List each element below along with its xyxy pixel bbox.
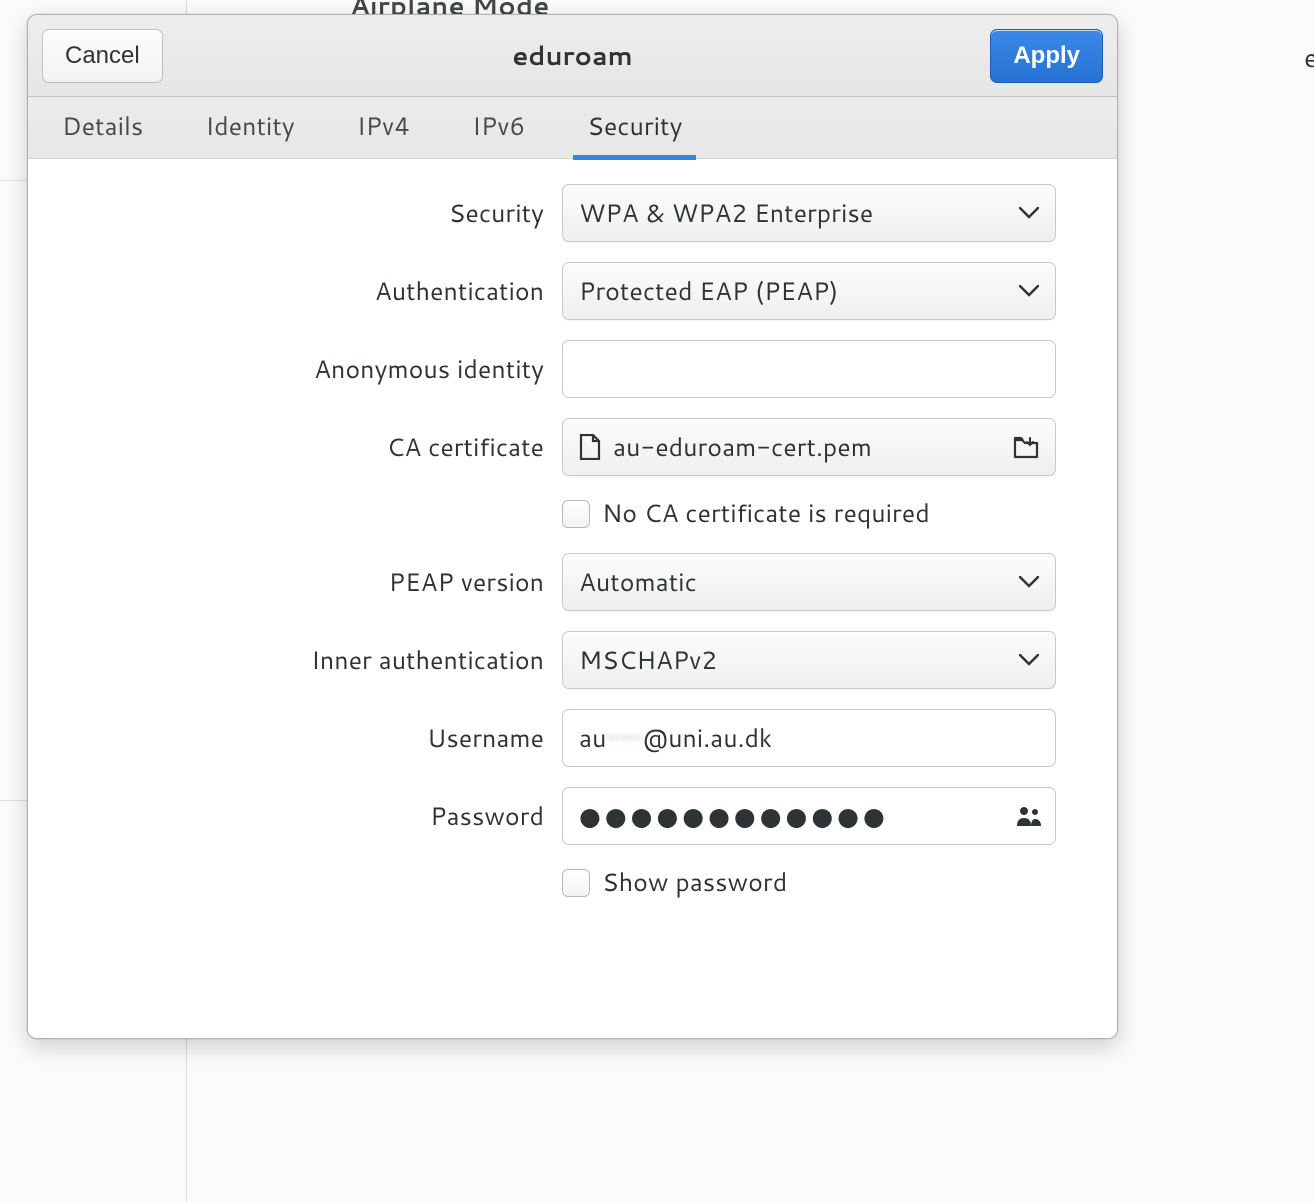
security-form: Security WPA & WPA2 Enterprise Authentic… <box>28 160 1117 1038</box>
folder-open-icon <box>1013 435 1039 459</box>
security-label: Security <box>76 196 544 231</box>
row-no-ca-required: No CA certificate is required <box>76 496 1069 531</box>
show-password-label: Show password <box>602 865 787 900</box>
dialog-tab-bar: Details Identity IPv4 IPv6 Security <box>28 97 1117 160</box>
tab-label: IPv6 <box>472 109 525 144</box>
tab-label: IPv4 <box>357 109 410 144</box>
background-edge-glyph: e <box>1304 40 1314 76</box>
apply-button-label: Apply <box>1013 42 1080 70</box>
security-combo[interactable]: WPA & WPA2 Enterprise <box>562 184 1056 242</box>
tab-label: Identity <box>205 109 294 144</box>
username-suffix: @uni.au.dk <box>642 721 772 756</box>
security-combo-value: WPA & WPA2 Enterprise <box>579 196 1009 231</box>
tab-label: Security <box>587 109 682 144</box>
tab-identity[interactable]: Identity <box>191 97 308 160</box>
authentication-combo-value: Protected EAP (PEAP) <box>579 274 1009 309</box>
username-redacted-part: ····· <box>606 721 642 756</box>
network-connection-dialog: Cancel eduroam Apply Details Identity IP… <box>27 14 1118 1039</box>
checkbox-box <box>562 869 590 897</box>
anonymous-identity-label: Anonymous identity <box>76 352 544 387</box>
chevron-down-icon <box>1019 654 1039 666</box>
peap-version-combo-value: Automatic <box>579 565 1009 600</box>
row-show-password: Show password <box>76 865 1069 900</box>
username-label: Username <box>76 721 544 756</box>
apply-button[interactable]: Apply <box>990 29 1103 83</box>
inner-auth-combo-value: MSCHAPv2 <box>579 643 1009 678</box>
username-input[interactable]: au·····@uni.au.dk <box>562 709 1056 767</box>
username-prefix: au <box>579 721 606 756</box>
row-username: Username au·····@uni.au.dk <box>76 709 1069 767</box>
inner-auth-combo[interactable]: MSCHAPv2 <box>562 631 1056 689</box>
row-authentication: Authentication Protected EAP (PEAP) <box>76 262 1069 320</box>
inner-auth-label: Inner authentication <box>76 643 544 678</box>
chevron-down-icon <box>1019 576 1039 588</box>
ca-certificate-filename: au-eduroam-cert.pem <box>613 430 1003 465</box>
authentication-combo[interactable]: Protected EAP (PEAP) <box>562 262 1056 320</box>
show-password-checkbox[interactable]: Show password <box>562 865 1056 900</box>
tab-ipv6[interactable]: IPv6 <box>458 97 539 160</box>
cancel-button-label: Cancel <box>65 42 140 70</box>
row-inner-authentication: Inner authentication MSCHAPv2 <box>76 631 1069 689</box>
tab-details[interactable]: Details <box>48 97 157 160</box>
row-password: Password ●●●●●●●●●●●● <box>76 787 1069 845</box>
row-ca-certificate: CA certificate au-eduroam-cert.pem <box>76 418 1069 476</box>
authentication-label: Authentication <box>76 274 544 309</box>
chevron-down-icon <box>1019 285 1039 297</box>
row-anonymous-identity: Anonymous identity <box>76 340 1069 398</box>
password-mask: ●●●●●●●●●●●● <box>579 799 889 834</box>
row-peap-version: PEAP version Automatic <box>76 553 1069 611</box>
ca-certificate-file-chooser[interactable]: au-eduroam-cert.pem <box>562 418 1056 476</box>
tab-label: Details <box>62 109 143 144</box>
password-label: Password <box>76 799 544 834</box>
document-icon <box>579 434 601 460</box>
password-input[interactable]: ●●●●●●●●●●●● <box>562 787 1056 845</box>
row-security: Security WPA & WPA2 Enterprise <box>76 184 1069 242</box>
tab-security[interactable]: Security <box>573 97 696 160</box>
no-ca-required-label: No CA certificate is required <box>602 496 930 531</box>
peap-version-label: PEAP version <box>76 565 544 600</box>
anonymous-identity-input[interactable] <box>562 340 1056 398</box>
dialog-headerbar: Cancel eduroam Apply <box>28 15 1117 97</box>
cancel-button[interactable]: Cancel <box>42 29 163 83</box>
checkbox-box <box>562 500 590 528</box>
dialog-title: eduroam <box>28 38 1117 74</box>
chevron-down-icon <box>1019 207 1039 219</box>
tab-ipv4[interactable]: IPv4 <box>343 97 424 160</box>
peap-version-combo[interactable]: Automatic <box>562 553 1056 611</box>
password-storage-icon[interactable] <box>1016 805 1042 827</box>
ca-certificate-label: CA certificate <box>76 430 544 465</box>
no-ca-required-checkbox[interactable]: No CA certificate is required <box>562 496 1056 531</box>
